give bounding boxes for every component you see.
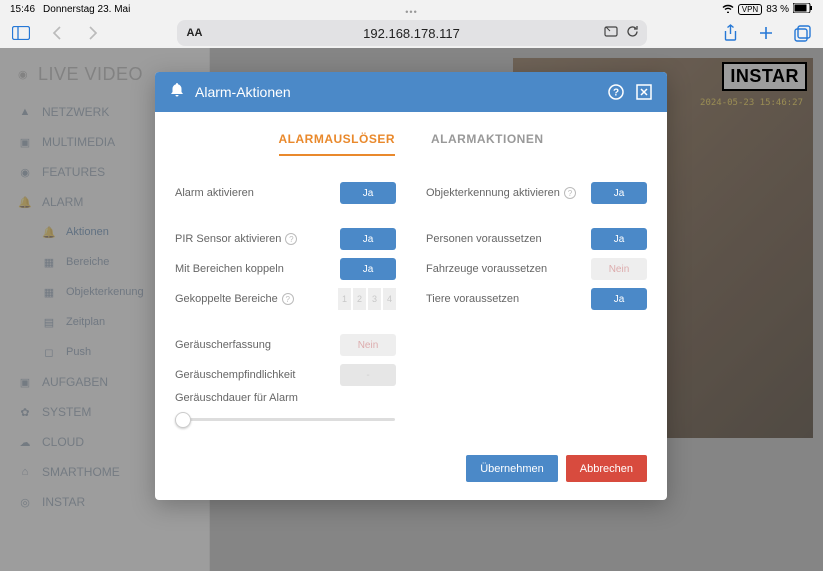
label-gekoppelte-bereiche: Gekoppelte Bereiche? [175, 293, 294, 305]
toggle-fahrzeuge[interactable]: Nein [591, 258, 647, 280]
label-alarm-aktivieren: Alarm aktivieren [175, 187, 254, 199]
tab-alarmausloser[interactable]: ALARMAUSLÖSER [279, 132, 396, 156]
help-icon[interactable]: ? [564, 187, 576, 199]
status-time: 15:46 [10, 4, 35, 15]
slider-geraeuschdauer[interactable] [175, 418, 395, 421]
forward-button[interactable] [82, 22, 104, 44]
help-icon[interactable]: ? [282, 293, 294, 305]
address-bar[interactable]: AA 192.168.178.117 [177, 20, 647, 46]
modal-footer: Übernehmen Abbrechen [155, 441, 667, 500]
alarm-aktionen-modal: Alarm-Aktionen ? ALARMAUSLÖSER ALARMAKTI… [155, 72, 667, 500]
right-column: Objekterkennung aktivieren? Ja Personen … [426, 180, 647, 425]
wifi-icon [722, 3, 734, 16]
help-icon[interactable]: ? [285, 233, 297, 245]
label-personen: Personen voraussetzen [426, 233, 542, 245]
label-fahrzeuge: Fahrzeuge voraussetzen [426, 263, 547, 275]
label-tiere: Tiere voraussetzen [426, 293, 519, 305]
handoff-dots: ••• [405, 7, 417, 17]
tab-alarmaktionen[interactable]: ALARMAKTIONEN [431, 132, 544, 156]
bell-icon [169, 82, 185, 103]
svg-text:?: ? [613, 88, 619, 99]
toggle-mit-bereichen[interactable]: Ja [340, 258, 396, 280]
toggle-personen[interactable]: Ja [591, 228, 647, 250]
abbrechen-button[interactable]: Abbrechen [566, 455, 647, 482]
slider-thumb[interactable] [175, 412, 191, 428]
help-icon[interactable]: ? [607, 83, 625, 101]
modal-header: Alarm-Aktionen ? [155, 72, 667, 112]
toggle-tiere[interactable]: Ja [591, 288, 647, 310]
toggle-alarm-aktivieren[interactable]: Ja [340, 182, 396, 204]
back-button[interactable] [46, 22, 68, 44]
tabs-icon[interactable] [791, 22, 813, 44]
toggle-pir-sensor[interactable]: Ja [340, 228, 396, 250]
battery-icon [793, 3, 813, 16]
modal-title: Alarm-Aktionen [195, 84, 597, 100]
sidebar-toggle-icon[interactable] [10, 22, 32, 44]
label-geraeuschdauer: Geräuschdauer für Alarm [175, 392, 298, 404]
label-geraeuscherfassung: Geräuscherfassung [175, 339, 271, 351]
close-icon[interactable] [635, 83, 653, 101]
extensions-icon[interactable] [604, 25, 618, 41]
gekoppelte-bereiche-numbers[interactable]: 1 2 3 4 [338, 288, 396, 310]
reload-icon[interactable] [626, 25, 639, 41]
new-tab-icon[interactable] [755, 22, 777, 44]
label-geraeuschempfindlichkeit: Geräuschempfindlichkeit [175, 369, 295, 381]
label-objekterkennung: Objekterkennung aktivieren? [426, 187, 576, 199]
browser-toolbar: AA 192.168.178.117 [0, 18, 823, 48]
modal-tabs: ALARMAUSLÖSER ALARMAKTIONEN [175, 132, 647, 156]
vpn-badge: VPN [738, 4, 762, 15]
battery-pct: 83 % [766, 4, 789, 15]
label-mit-bereichen: Mit Bereichen koppeln [175, 263, 284, 275]
toggle-objekterkennung[interactable]: Ja [591, 182, 647, 204]
reader-aa-icon[interactable]: AA [187, 27, 203, 39]
label-pir-sensor: PIR Sensor aktivieren? [175, 233, 297, 245]
ios-status-bar: 15:46 Donnerstag 23. Mai ••• VPN 83 % [0, 0, 823, 18]
left-column: Alarm aktivieren Ja PIR Sensor aktiviere… [175, 180, 396, 425]
uebernehmen-button[interactable]: Übernehmen [466, 455, 558, 482]
address-url: 192.168.178.117 [363, 26, 460, 41]
share-icon[interactable] [719, 22, 741, 44]
toggle-geraeuscherfassung[interactable]: Nein [340, 334, 396, 356]
status-date: Donnerstag 23. Mai [43, 4, 130, 15]
value-geraeuschempfindlichkeit: - [340, 364, 396, 386]
